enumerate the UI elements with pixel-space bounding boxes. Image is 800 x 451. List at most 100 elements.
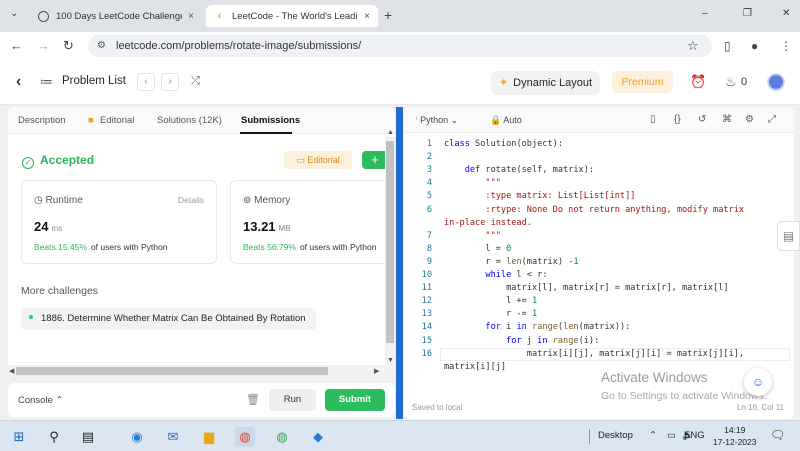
problem-list-icon[interactable]: ≔ [40, 74, 53, 90]
line-number: 13 [421, 309, 432, 320]
code-line[interactable]: class Solution(object): [444, 139, 563, 149]
sidepanel-icon[interactable]: ▯ [724, 39, 731, 53]
code-area[interactable]: 1 class Solution(object): 2 3 def rotate(se… [404, 139, 794, 409]
minimize-button[interactable]: – [702, 8, 708, 19]
code-line[interactable]: """ [444, 231, 501, 241]
shortcut-icon[interactable]: ⌘ [722, 114, 732, 125]
problem-list-link[interactable]: Problem List [62, 75, 126, 87]
file-explorer-icon[interactable]: ▆ [199, 427, 219, 447]
network-icon[interactable]: ▭ [667, 430, 676, 441]
taskbar: ⊞ ⚲ ▤ ◉ ✉ ▆ ◍ ◍ ◆ Desktop ⌃ ▭ 🔈 ENG 14:1… [0, 420, 800, 451]
braces-icon[interactable]: {} [674, 114, 681, 125]
code-line[interactable]: :type matrix: List[List[int]] [444, 191, 635, 201]
scroll-right-icon[interactable]: ▶ [374, 367, 379, 375]
code-line[interactable]: :rtype: None Do not return anything, mod… [444, 205, 744, 215]
code-line[interactable]: def rotate(self, matrix): [444, 165, 594, 175]
bookmark-icon[interactable]: ▯ [650, 114, 656, 125]
premium-button[interactable]: Premium [612, 71, 673, 93]
browser-tab-challenge[interactable]: 100 Days LeetCode Challenge - × [30, 5, 202, 27]
runtime-card[interactable]: ◷ Runtime Details 24 ms Beats 15.45% of us… [21, 180, 217, 264]
console-toggle[interactable]: Console ⌃ [18, 395, 63, 406]
close-window-button[interactable]: ✕ [782, 8, 790, 19]
shuffle-icon[interactable]: ⤮ [191, 75, 200, 88]
expand-icon[interactable]: ⤢ [768, 114, 776, 125]
code-line[interactable]: r -= 1 [444, 309, 537, 319]
language-indicator[interactable]: ENG [684, 430, 705, 441]
menu-dots-icon[interactable]: ⋮ [780, 39, 792, 53]
memory-card[interactable]: ⊚ Memory 13.21 MB Beats 56.79% of users wi… [230, 180, 390, 264]
alarm-clock-icon[interactable]: ⏰ [690, 74, 706, 90]
browser-tab-leetcode[interactable]: ‹ LeetCode - The World's Leading × [206, 5, 378, 27]
mail-icon[interactable]: ✉ [163, 427, 183, 447]
code-line[interactable]: while l < r: [444, 270, 547, 280]
windows-start-icon[interactable]: ⊞ [9, 427, 29, 447]
panel-resize-handle[interactable] [396, 107, 403, 419]
reload-icon[interactable]: ↻ [63, 38, 74, 54]
active-tab-indicator [240, 132, 292, 134]
language-select[interactable]: ⁱ Python ⌄ [416, 115, 458, 126]
scroll-thumb[interactable] [386, 141, 394, 343]
code-line[interactable]: l += 1 [444, 296, 537, 306]
code-line[interactable]: matrix[i][j], matrix[j][i] = matrix[j][i… [444, 349, 744, 359]
url-field[interactable]: ⚙ leetcode.com/problems/rotate-image/sub… [88, 35, 712, 57]
clock[interactable]: 14:19 17-12-2023 [713, 424, 756, 448]
code-line[interactable]: matrix[i][j] [444, 362, 506, 372]
close-icon[interactable]: × [188, 11, 194, 22]
tab-search-chevron-icon[interactable]: ⌄ [10, 8, 18, 19]
vertical-scrollbar[interactable]: ▲ ▼ [385, 129, 395, 365]
challenge-link[interactable]: 1886. Determine Whether Matrix Can Be Ob… [21, 308, 316, 330]
close-icon[interactable]: × [364, 11, 370, 22]
fire-icon[interactable]: ♨ [725, 74, 737, 90]
code-line[interactable]: r = len(matrix) -1 [444, 257, 578, 267]
desktop-toolbar[interactable]: Desktop [598, 430, 633, 441]
maximize-button[interactable]: ❐ [743, 8, 752, 19]
submit-button[interactable]: Submit [325, 389, 385, 411]
leetcode-logo-icon[interactable]: ‹ [16, 73, 21, 91]
dynamic-layout-button[interactable]: ✦ Dynamic Layout [491, 71, 600, 95]
code-line[interactable]: """ [444, 178, 501, 188]
code-line[interactable]: for j in range(i): [444, 336, 599, 346]
reset-icon[interactable]: ↺ [698, 114, 706, 125]
tab-editorial[interactable]: Editorial [100, 115, 134, 126]
scroll-down-icon[interactable]: ▼ [387, 357, 394, 364]
tab-solutions[interactable]: Solutions (12K) [157, 115, 222, 126]
details-link[interactable]: Details [178, 195, 204, 205]
tab-description[interactable]: Description [18, 115, 66, 126]
clock-icon: ◷ [34, 195, 46, 206]
forward-icon[interactable]: → [37, 38, 50, 54]
edge-icon[interactable]: ◉ [127, 427, 147, 447]
next-problem-button[interactable]: › [161, 73, 179, 91]
notifications-icon[interactable]: 🗨 [770, 428, 785, 442]
trash-icon[interactable]: 🗑 [246, 393, 260, 406]
clock-date: 17-12-2023 [713, 437, 757, 447]
gear-icon[interactable]: ⚙ [745, 114, 754, 125]
chat-icon[interactable]: ☺ [744, 368, 772, 396]
site-settings-icon[interactable]: ⚙ [97, 35, 106, 57]
run-button[interactable]: Run [269, 389, 316, 411]
search-icon[interactable]: ⚲ [44, 427, 64, 447]
back-icon[interactable]: ← [10, 38, 23, 54]
task-view-icon[interactable]: ▤ [78, 427, 98, 447]
code-line[interactable]: l = 0 [444, 244, 511, 254]
status-label: Accepted [40, 153, 95, 167]
scroll-left-icon[interactable]: ◀ [9, 367, 14, 375]
prev-problem-button[interactable]: ‹ [137, 73, 155, 91]
code-line[interactable]: in-place instead. [444, 218, 532, 228]
side-notes-button[interactable]: ▤ [777, 221, 800, 251]
scroll-up-icon[interactable]: ▲ [387, 129, 394, 136]
tray-chevron-icon[interactable]: ⌃ [649, 430, 657, 441]
auto-mode-toggle[interactable]: 🔒 Auto [490, 115, 522, 126]
bookmark-star-icon[interactable]: ☆ [687, 38, 699, 54]
profile-icon[interactable]: ● [751, 39, 758, 53]
chrome-icon[interactable]: ◍ [235, 427, 255, 447]
code-line[interactable]: matrix[l], matrix[r] = matrix[r], matrix… [444, 283, 729, 293]
tab-submissions[interactable]: Submissions [241, 115, 300, 126]
chrome-profile-icon[interactable]: ◍ [272, 427, 292, 447]
avatar[interactable] [767, 73, 785, 91]
new-tab-button[interactable]: + [384, 7, 392, 23]
horizontal-scrollbar[interactable]: ◀ ▶ [8, 365, 395, 377]
code-line[interactable]: for i in range(len(matrix)): [444, 322, 630, 332]
editorial-button[interactable]: ▭ Editorial [284, 151, 352, 169]
vscode-icon[interactable]: ◆ [308, 427, 328, 447]
scroll-thumb[interactable] [16, 367, 328, 375]
